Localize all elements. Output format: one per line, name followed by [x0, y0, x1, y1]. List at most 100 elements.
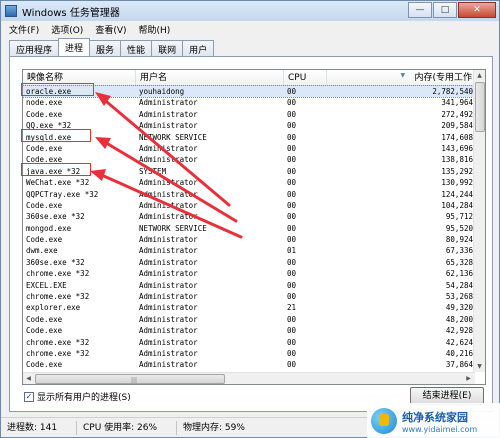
- column-cpu[interactable]: CPU: [284, 70, 327, 86]
- process-row[interactable]: Code.exe Administrator 00 272,492: [23, 109, 475, 120]
- scroll-up-icon[interactable]: ▲: [474, 70, 485, 81]
- process-row[interactable]: chrome.exe *32 Administrator 00 62,136: [23, 268, 475, 279]
- column-memory[interactable]: ▼ 内存(专用工作: [327, 70, 475, 86]
- process-row[interactable]: 360se.exe *32 Administrator 00 65,328: [23, 257, 475, 268]
- process-row[interactable]: Code.exe Administrator 00 104,284: [23, 200, 475, 211]
- menu-help[interactable]: 帮助(H): [139, 23, 171, 36]
- user-name-cell: Administrator: [139, 348, 198, 358]
- menu-view[interactable]: 查看(V): [95, 23, 126, 36]
- memory-cell: 40,216: [445, 348, 473, 358]
- process-row[interactable]: chrome.exe *32 Administrator 00 40,216: [23, 348, 475, 359]
- process-row[interactable]: Code.exe Administrator 00 48,200: [23, 314, 475, 325]
- column-user-name[interactable]: 用户名: [136, 70, 284, 86]
- maximize-button[interactable]: □: [433, 2, 457, 18]
- processes-panel: 映像名称 用户名 CPU ▼ 内存(专用工作 oracle.exe youhaid…: [9, 56, 493, 412]
- scroll-right-icon[interactable]: ▶: [463, 373, 474, 384]
- show-all-checkbox[interactable]: ✓: [24, 391, 34, 402]
- tab-processes[interactable]: 进程: [58, 38, 91, 56]
- process-name-cell: mongod.exe: [26, 223, 72, 233]
- user-name-cell: Administrator: [139, 98, 198, 108]
- task-manager-window: Windows 任务管理器 — □ ✕ 文件(F) 选项(O) 查看(V) 帮助…: [0, 0, 500, 438]
- process-row[interactable]: mongod.exe NETWORK SERVICE 00 95,520: [23, 223, 475, 234]
- process-row[interactable]: QQPCTray.exe *32 Administrator 00 124,244: [23, 189, 475, 200]
- highlight-box-oracle: [21, 83, 94, 96]
- cpu-cell: 00: [287, 121, 297, 131]
- cpu-cell: 00: [287, 212, 297, 222]
- process-name-cell: Code.exe: [26, 235, 63, 245]
- user-name-cell: Administrator: [139, 303, 198, 313]
- task-manager-icon: [5, 5, 17, 17]
- cpu-cell: 00: [287, 132, 297, 142]
- show-all-users-option[interactable]: ✓ 显示所有用户的进程(S): [24, 390, 131, 403]
- scroll-down-icon[interactable]: ▼: [474, 361, 485, 372]
- process-name-cell: explorer.exe: [26, 303, 81, 313]
- process-row[interactable]: Code.exe Administrator 00 143,696: [23, 143, 475, 154]
- horizontal-scrollbar[interactable]: ◀ ||| ▶: [23, 372, 475, 384]
- process-row[interactable]: node.exe Administrator 00 341,964: [23, 97, 475, 108]
- column-memory-label: 内存(专用工作: [414, 73, 472, 83]
- horizontal-scroll-thumb[interactable]: |||: [35, 374, 225, 384]
- scroll-grip-icon: |||: [131, 377, 138, 384]
- watermark-title: 纯净系统家园: [402, 410, 468, 424]
- menu-options[interactable]: 选项(O): [51, 23, 83, 36]
- cpu-cell: 00: [287, 98, 297, 108]
- user-name-cell: Administrator: [139, 246, 198, 256]
- user-name-cell: Administrator: [139, 235, 198, 245]
- watermark-text: 纯净系统家园 www.yidaimei.com: [402, 409, 477, 434]
- memory-cell: 104,284: [441, 200, 473, 210]
- menu-bar: 文件(F) 选项(O) 查看(V) 帮助(H): [1, 21, 499, 37]
- tab-networking[interactable]: 联网: [151, 40, 184, 56]
- user-name-cell: Administrator: [139, 257, 198, 267]
- process-row[interactable]: Code.exe Administrator 00 80,924: [23, 234, 475, 245]
- tab-users[interactable]: 用户: [182, 40, 215, 56]
- memory-cell: 124,244: [441, 189, 473, 199]
- process-row[interactable]: EXCEL.EXE Administrator 00 54,284: [23, 280, 475, 291]
- memory-cell: 272,492: [441, 109, 473, 119]
- process-name-cell: Code.exe: [26, 360, 63, 370]
- close-button[interactable]: ✕: [458, 2, 496, 18]
- process-row[interactable]: Code.exe Administrator 00 42,928: [23, 325, 475, 336]
- user-name-cell: Administrator: [139, 155, 198, 165]
- process-row[interactable]: dwm.exe Administrator 01 67,336: [23, 245, 475, 256]
- memory-cell: 174,608: [441, 132, 473, 142]
- cpu-cell: 00: [287, 189, 297, 199]
- process-row[interactable]: explorer.exe Administrator 21 49,320: [23, 302, 475, 313]
- cpu-cell: 00: [287, 235, 297, 245]
- process-name-cell: chrome.exe *32: [26, 337, 90, 347]
- user-name-cell: Administrator: [139, 314, 198, 324]
- scroll-left-icon[interactable]: ◀: [23, 373, 34, 384]
- process-name-cell: node.exe: [26, 98, 63, 108]
- process-row[interactable]: Code.exe Administrator 00 37,864: [23, 359, 475, 370]
- memory-cell: 95,520: [445, 223, 473, 233]
- memory-cell: 2,782,540: [432, 87, 473, 96]
- cpu-cell: 00: [287, 109, 297, 119]
- tab-services[interactable]: 服务: [89, 40, 122, 56]
- minimize-button[interactable]: —: [408, 2, 432, 18]
- menu-file[interactable]: 文件(F): [9, 23, 39, 36]
- site-watermark: 纯净系统家园 www.yidaimei.com: [367, 403, 500, 438]
- process-list[interactable]: 映像名称 用户名 CPU ▼ 内存(专用工作 oracle.exe youhaid…: [22, 69, 486, 385]
- show-all-label: 显示所有用户的进程(S): [37, 393, 131, 403]
- memory-cell: 135,292: [441, 166, 473, 176]
- process-name-cell: dwm.exe: [26, 246, 58, 256]
- cpu-cell: 00: [287, 360, 297, 370]
- vertical-scroll-thumb[interactable]: [475, 82, 485, 132]
- cpu-cell: 00: [287, 257, 297, 267]
- cpu-cell: 00: [287, 292, 297, 302]
- cpu-cell: 00: [287, 166, 297, 176]
- memory-cell: 130,992: [441, 178, 473, 188]
- cpu-cell: 00: [287, 280, 297, 290]
- process-row[interactable]: chrome.exe *32 Administrator 00 53,268: [23, 291, 475, 302]
- tab-applications[interactable]: 应用程序: [9, 40, 60, 56]
- status-memory: 物理内存: 59%: [183, 422, 245, 433]
- process-row[interactable]: WeChat.exe *32 Administrator 00 130,992: [23, 177, 475, 188]
- title-bar[interactable]: Windows 任务管理器 — □ ✕: [1, 1, 499, 21]
- cpu-cell: 00: [287, 87, 297, 96]
- vertical-scrollbar[interactable]: ▲ ▼: [473, 70, 485, 372]
- window-title: Windows 任务管理器: [22, 7, 120, 19]
- cpu-cell: 01: [287, 246, 297, 256]
- tab-performance[interactable]: 性能: [120, 40, 153, 56]
- memory-cell: 49,320: [445, 303, 473, 313]
- process-row[interactable]: chrome.exe *32 Administrator 00 42,624: [23, 337, 475, 348]
- process-row[interactable]: 360se.exe *32 Administrator 00 95,712: [23, 211, 475, 222]
